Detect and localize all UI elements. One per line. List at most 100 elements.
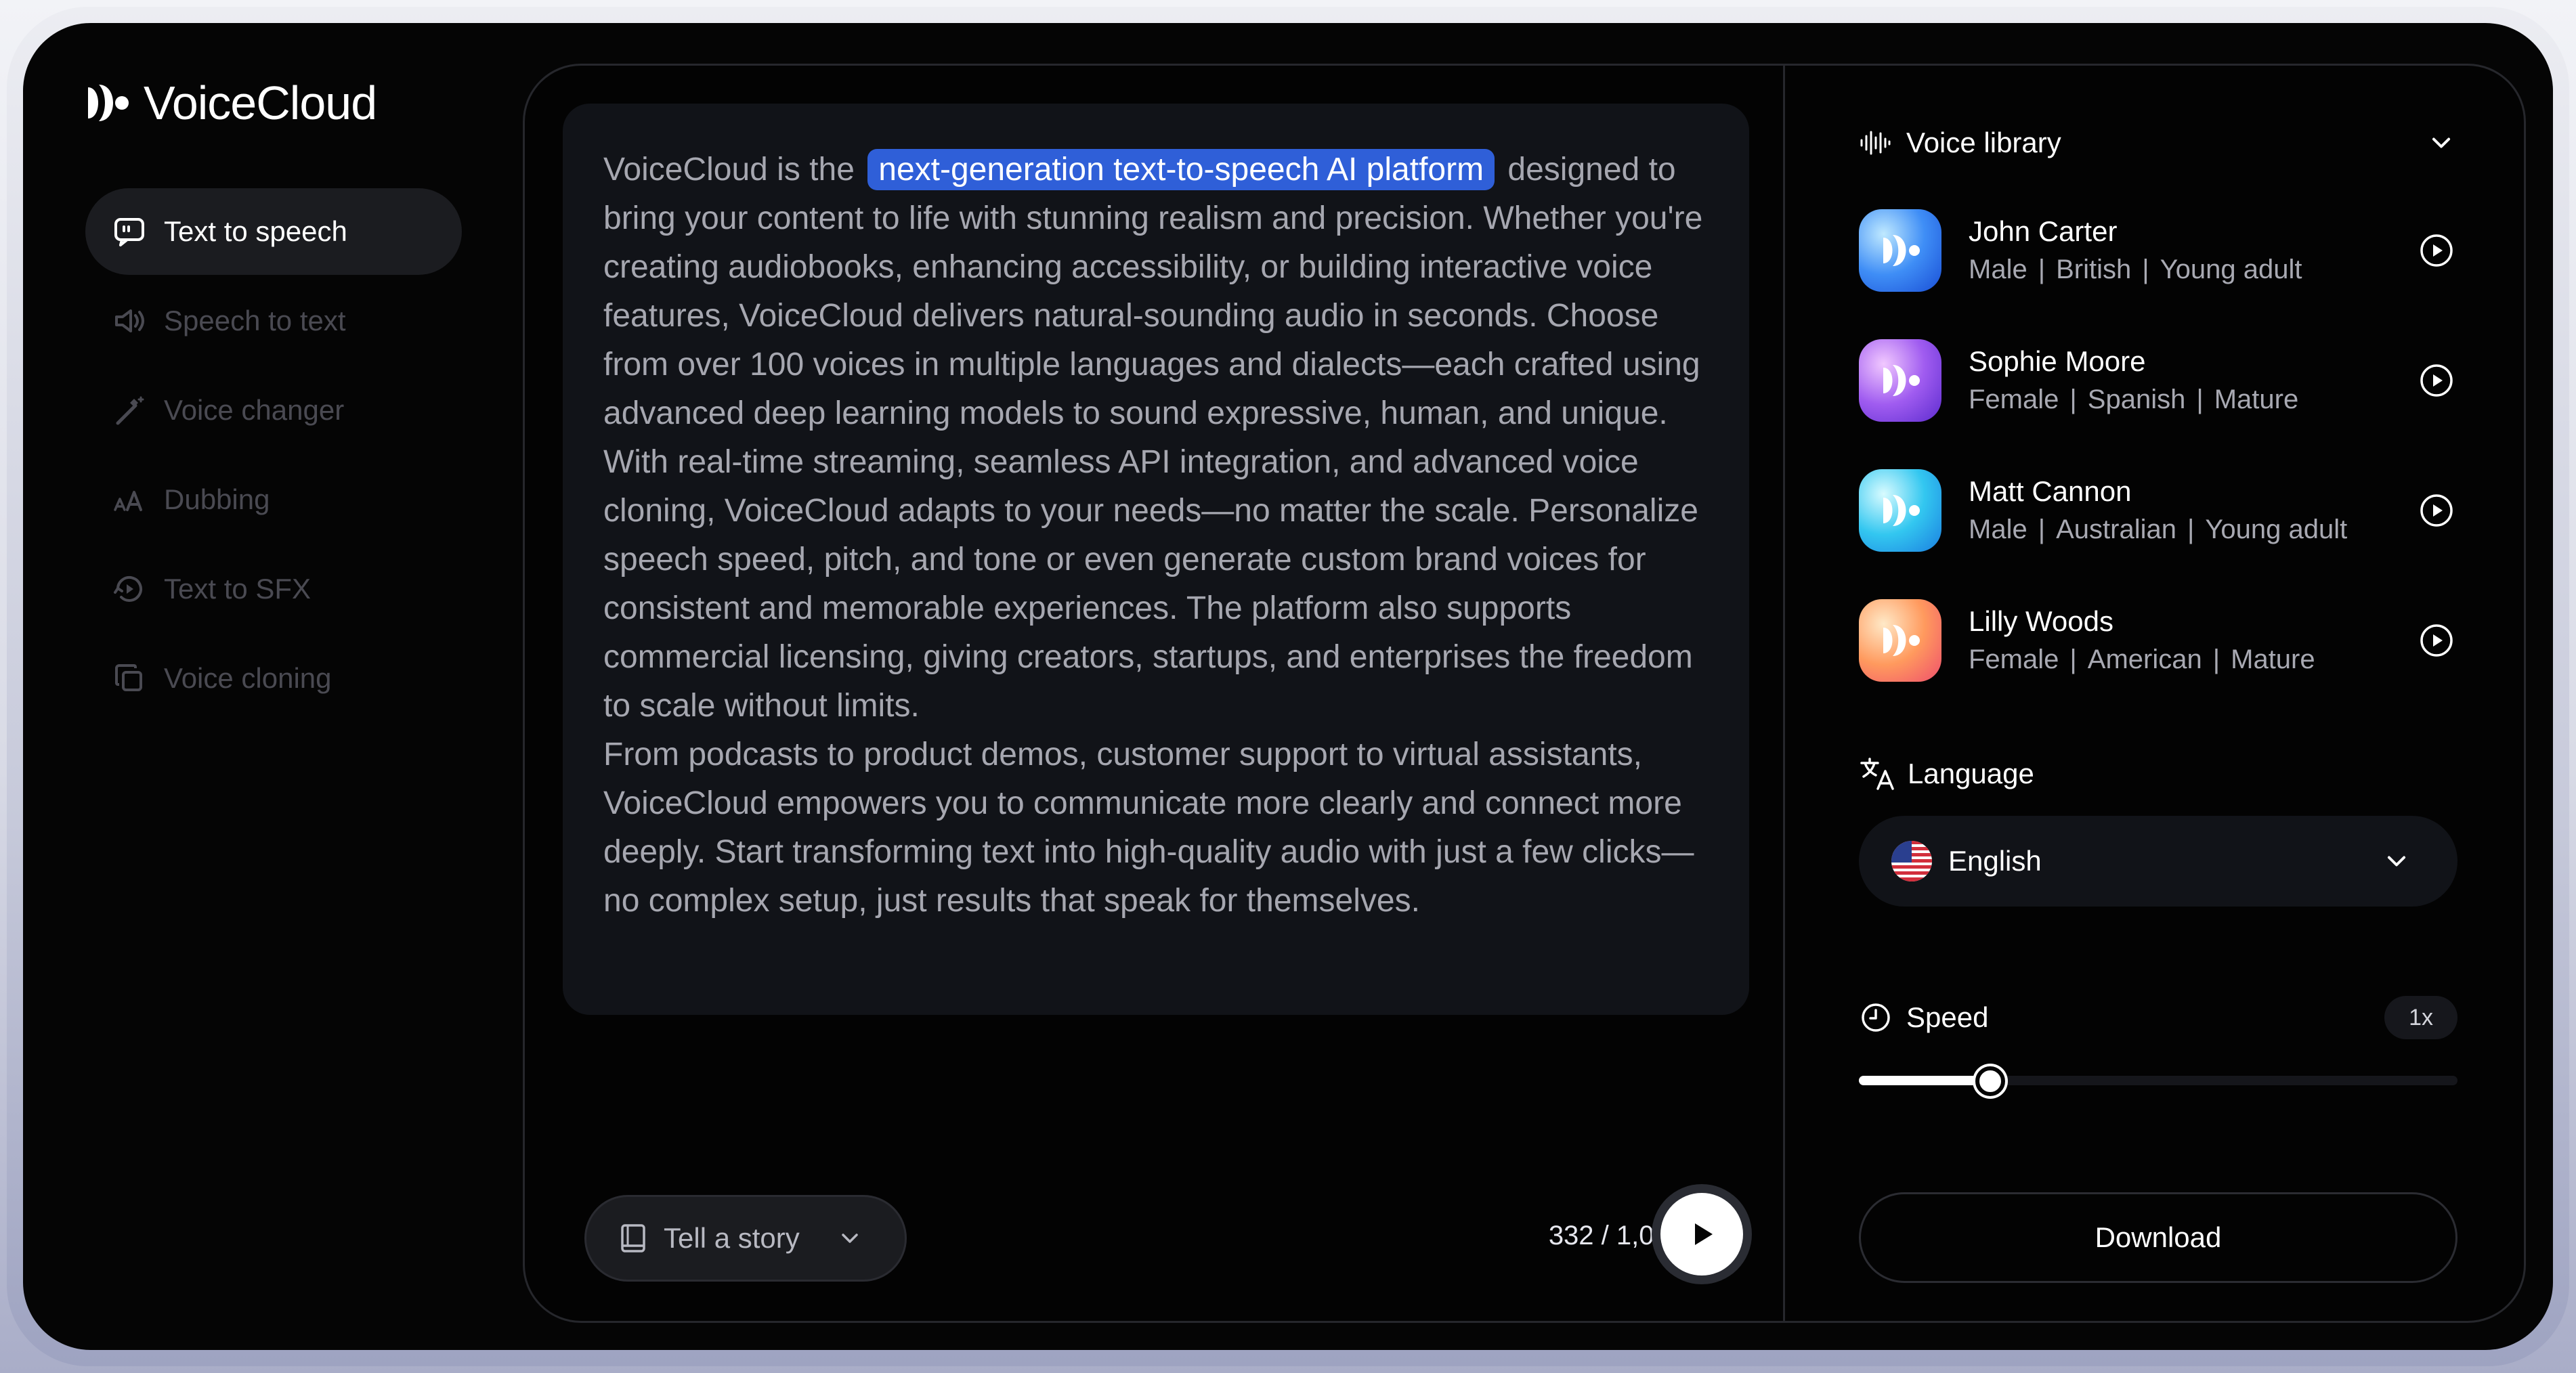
voice-item[interactable]: John Carter Male | British | Young adult [1859, 206, 2455, 295]
voice-accent: Spanish [2087, 385, 2186, 414]
wand-icon [116, 396, 144, 425]
voice-info: Matt Cannon Male | Australian | Young ad… [1969, 473, 2347, 548]
voicecloud-logo-icon [1883, 235, 1920, 266]
sidebar-item-label: Text to SFX [164, 573, 312, 605]
logo: VoiceCloud [83, 76, 377, 130]
sidebar-item-dubbing[interactable]: Dubbing [85, 456, 462, 543]
play-circle-icon[interactable] [2418, 622, 2455, 659]
meta-separator: | [2212, 645, 2220, 674]
copy-icon [115, 664, 142, 691]
panel-divider [1783, 66, 1785, 1321]
app-name: VoiceCloud [144, 77, 377, 129]
sidebar-item-text-to-sfx[interactable]: Text to SFX [85, 546, 462, 632]
chat-bubble-icon [114, 218, 144, 246]
main-panel: VoiceCloud is the next-generation text-t… [523, 64, 2526, 1323]
meta-separator: | [2187, 515, 2195, 544]
voice-accent: British [2056, 255, 2132, 284]
editor-text: designed to bring your content to life w… [603, 152, 1703, 431]
play-circle-icon[interactable] [2418, 362, 2455, 399]
speed-title: Speed [1906, 1001, 1989, 1033]
play-circle-icon[interactable] [2418, 232, 2455, 269]
avatar [1859, 209, 1941, 292]
voice-info: Sophie Moore Female | Spanish | Mature [1969, 343, 2298, 418]
voice-name: Matt Cannon [1969, 475, 2132, 507]
play-button-inner [1660, 1193, 1743, 1276]
editor-paragraph-1: VoiceCloud is the next-generation text-t… [603, 146, 1709, 438]
sidebar-item-text-to-speech[interactable]: Text to speech [85, 188, 462, 275]
voice-info: John Carter Male | British | Young adult [1969, 213, 2302, 288]
meta-separator: | [2038, 515, 2046, 544]
waveform-icon [1860, 131, 1891, 155]
meta-separator: | [2142, 255, 2149, 284]
meta-separator: | [2069, 385, 2077, 414]
speed-slider[interactable] [1859, 1066, 2457, 1096]
sidebar-item-label: Voice changer [164, 394, 345, 426]
chevron-down-icon [2432, 137, 2451, 148]
meta-separator: | [2038, 255, 2046, 284]
voice-meta: Female | American | Mature [1969, 640, 2315, 678]
voice-info: Lilly Woods Female | American | Mature [1969, 603, 2315, 678]
device-frame: VoiceCloud Text to speech Speech to text [7, 7, 2569, 1366]
voice-age: Young adult [2160, 255, 2302, 284]
avatar [1859, 599, 1941, 682]
meta-separator: | [2069, 645, 2077, 674]
voicecloud-logo-icon [1883, 365, 1920, 396]
sidebar-item-speech-to-text[interactable]: Speech to text [85, 278, 462, 364]
tell-a-story-dropdown[interactable]: Tell a story [584, 1195, 907, 1282]
voice-meta: Female | Spanish | Mature [1969, 380, 2298, 418]
voice-accent: American [2087, 645, 2202, 674]
language-header: Language [1859, 755, 2034, 793]
voice-gender: Female [1969, 385, 2059, 414]
voice-name: John Carter [1969, 215, 2118, 247]
chevron-down-icon [841, 1234, 858, 1243]
font-size-icon [114, 491, 142, 511]
sidebar-item-label: Dubbing [164, 483, 270, 515]
chevron-down-icon [2387, 856, 2406, 867]
voice-meta: Male | British | Young adult [1969, 250, 2302, 288]
language-select[interactable]: English [1859, 816, 2457, 907]
us-flag-icon [1891, 841, 1932, 881]
meta-separator: | [2196, 385, 2204, 414]
voice-item[interactable]: Lilly Woods Female | American | Mature [1859, 596, 2455, 684]
voice-library-title: Voice library [1906, 127, 2061, 158]
voice-accent: Australian [2056, 515, 2176, 544]
speaker-icon [115, 309, 144, 332]
voice-meta: Male | Australian | Young adult [1969, 510, 2347, 548]
text-selection-highlight[interactable]: next-generation text-to-speech AI platfo… [867, 149, 1495, 190]
editor-paragraph-3: From podcasts to product demos, customer… [603, 737, 1694, 919]
app-screen: VoiceCloud Text to speech Speech to text [23, 23, 2553, 1350]
slider-thumb[interactable] [1975, 1066, 2006, 1096]
avatar [1859, 469, 1941, 552]
clock-icon [1862, 1003, 1890, 1032]
voice-gender: Male [1969, 515, 2027, 544]
download-button[interactable]: Download [1859, 1192, 2457, 1283]
voicecloud-logo-icon [1883, 625, 1920, 656]
language-selected: English [1948, 845, 2042, 877]
voice-name: Sophie Moore [1969, 345, 2146, 377]
translate-icon [1860, 758, 1894, 790]
text-editor[interactable]: VoiceCloud is the next-generation text-t… [563, 104, 1749, 1015]
book-icon [621, 1224, 645, 1252]
sidebar-item-voice-cloning[interactable]: Voice cloning [85, 635, 462, 722]
voice-item[interactable]: Sophie Moore Female | Spanish | Mature [1859, 336, 2455, 424]
voice-gender: Female [1969, 645, 2059, 674]
sidebar-nav: Text to speech Speech to text Voice chan… [85, 188, 462, 724]
editor-text: VoiceCloud is the [603, 152, 855, 188]
sidebar-item-label: Text to speech [164, 215, 347, 247]
sidebar-item-voice-changer[interactable]: Voice changer [85, 367, 462, 454]
speed-header: Speed 1x [1859, 996, 2457, 1039]
voice-name: Lilly Woods [1969, 605, 2113, 637]
voice-item[interactable]: Matt Cannon Male | Australian | Young ad… [1859, 466, 2455, 554]
voice-library-header[interactable]: Voice library [1859, 127, 2455, 159]
voice-age: Young adult [2205, 515, 2348, 544]
voice-gender: Male [1969, 255, 2027, 284]
play-button[interactable] [1652, 1184, 1752, 1284]
voicecloud-logo-icon [1883, 495, 1920, 526]
sfx-icon [114, 575, 142, 602]
sidebar-item-label: Voice cloning [164, 662, 332, 694]
slider-fill [1859, 1076, 1991, 1085]
play-circle-icon[interactable] [2418, 492, 2455, 529]
voice-age: Mature [2231, 645, 2315, 674]
play-icon [1695, 1223, 1713, 1245]
speed-value-badge: 1x [2384, 996, 2457, 1039]
